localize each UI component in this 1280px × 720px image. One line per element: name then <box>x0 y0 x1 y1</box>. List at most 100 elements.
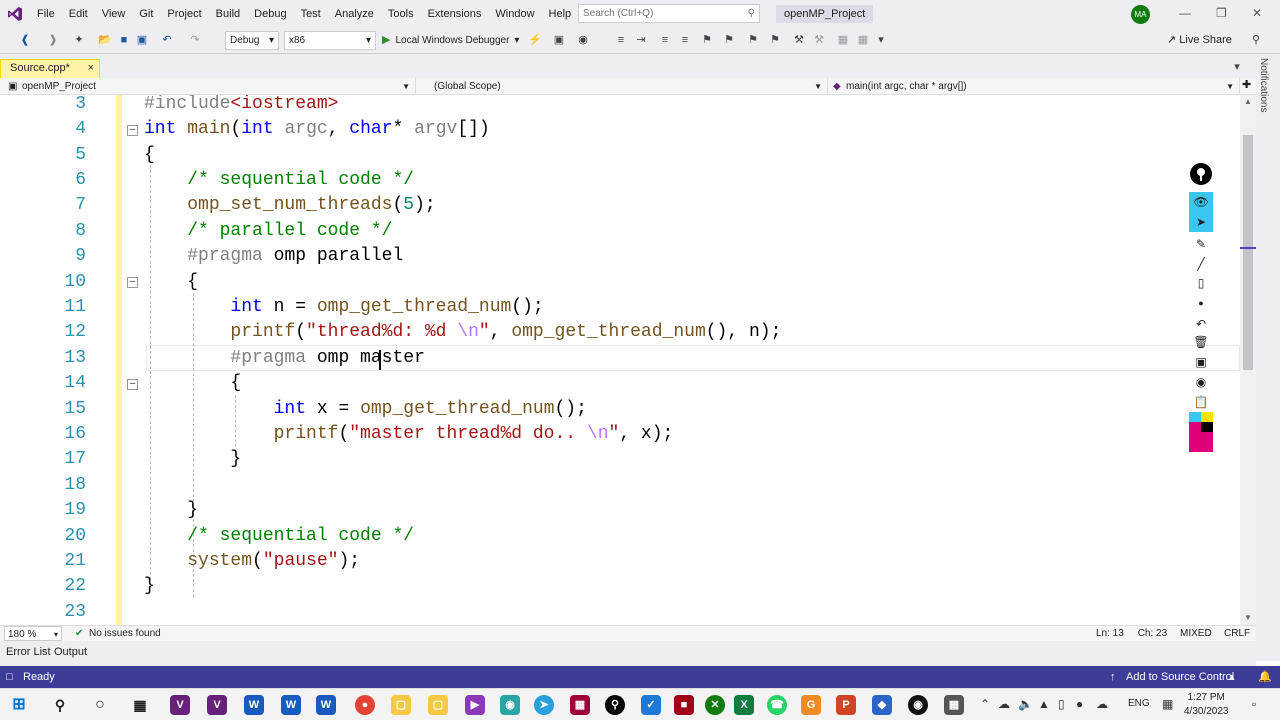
color-swatch-yellow[interactable] <box>1201 412 1213 422</box>
tab-dropdown-icon[interactable]: ▾ <box>1230 60 1244 74</box>
wifi-icon[interactable]: ▲ <box>1038 697 1050 711</box>
new-item-icon[interactable]: ✦ <box>72 33 86 47</box>
toolbar-overflow-icon[interactable]: ▾ <box>874 33 888 47</box>
visual-studio-app-icon-2[interactable]: V <box>207 695 227 715</box>
hot-reload-icon[interactable]: ⚡ <box>528 33 542 47</box>
clipboard-icon[interactable]: 📋 <box>1189 392 1213 412</box>
menu-debug[interactable]: Debug <box>247 0 293 28</box>
close-window-icon[interactable]: ✕ <box>1252 6 1262 20</box>
whiteboard-icon[interactable]: ▣ <box>1189 352 1213 372</box>
color-swatch-magenta[interactable] <box>1189 422 1201 432</box>
comment-icon[interactable]: ≡ <box>658 33 672 47</box>
menu-edit[interactable]: Edit <box>62 0 95 28</box>
excel-app-icon[interactable]: X <box>734 695 754 715</box>
build-icon[interactable]: ⚒ <box>792 33 806 47</box>
code-line[interactable]: printf("master thread%d do.. \n", x); <box>144 422 674 447</box>
avatar[interactable]: MA <box>1131 5 1150 24</box>
screenshot-icon[interactable]: ◉ <box>576 33 590 47</box>
align-icon[interactable]: ≡ <box>614 33 628 47</box>
chrome-app-icon[interactable]: ● <box>355 695 375 715</box>
trash-icon[interactable]: 🗑 <box>1189 332 1213 352</box>
cursor-position[interactable]: Ln: 13 Ch: 23 <box>1096 626 1167 641</box>
current-color-swatch[interactable] <box>1189 432 1213 452</box>
undo-icon[interactable]: ↶ <box>160 33 174 47</box>
back-icon[interactable]: ❰ <box>18 33 32 47</box>
code-line[interactable]: int x = omp_get_thread_num(); <box>144 397 587 422</box>
tab-error-list[interactable]: Error List <box>6 641 51 663</box>
media-app-icon[interactable]: ▶ <box>465 695 485 715</box>
code-line[interactable]: int main(int argc, char* argv[]) <box>144 117 490 142</box>
menu-tools[interactable]: Tools <box>381 0 421 28</box>
network-app-icon[interactable]: ◉ <box>500 695 520 715</box>
orange-app-icon[interactable]: G <box>801 695 821 715</box>
split-icon[interactable]: ✚ <box>1242 78 1251 91</box>
bookmark-prev-icon[interactable]: ⚑ <box>722 33 736 47</box>
chevron-up-icon[interactable]: ⌃ <box>980 697 990 711</box>
code-line[interactable]: #pragma omp parallel <box>144 244 403 269</box>
word-app-icon-2[interactable]: W <box>281 695 301 715</box>
issues-status[interactable]: No issues found <box>89 626 161 641</box>
notification-bell-icon[interactable]: 🔔 <box>1258 666 1272 688</box>
member-dropdown[interactable]: ◆ main(int argc, char * argv[]) ▼ <box>828 78 1240 95</box>
step-icon[interactable]: ⚒ <box>812 33 826 47</box>
line-tool-icon[interactable]: ╱ <box>1189 254 1213 274</box>
menu-git[interactable]: Git <box>132 0 160 28</box>
camera-icon[interactable]: ◉ <box>1189 372 1213 392</box>
menu-build[interactable]: Build <box>209 0 247 28</box>
word-app-icon[interactable]: W <box>244 695 264 715</box>
platform-select[interactable]: x86 ▾ <box>284 31 376 50</box>
code-line[interactable]: /* parallel code */ <box>144 219 392 244</box>
onedrive-icon[interactable]: ☁ <box>998 697 1010 711</box>
code-line[interactable]: #pragma omp master <box>144 346 424 371</box>
line-endings[interactable]: CRLF <box>1224 626 1250 641</box>
project-dropdown[interactable]: ▣ openMP_Project ▼ <box>0 78 416 95</box>
code-line[interactable]: /* sequential code */ <box>144 524 414 549</box>
fold-toggle-icon[interactable]: – <box>127 125 138 136</box>
windows-start-icon[interactable]: ⊞ <box>9 695 29 715</box>
menu-view[interactable]: View <box>95 0 133 28</box>
dot-icon[interactable]: ● <box>1189 293 1213 313</box>
menu-test[interactable]: Test <box>294 0 328 28</box>
menu-analyze[interactable]: Analyze <box>328 0 381 28</box>
clock[interactable]: 1:27 PM 4/30/2023 <box>1184 691 1229 719</box>
minimize-icon[interactable]: — <box>1179 6 1191 20</box>
powerpoint-app-icon[interactable]: P <box>836 695 856 715</box>
tabs-mode[interactable]: MIXED <box>1180 626 1212 641</box>
menu-project[interactable]: Project <box>160 0 208 28</box>
telegram-app-icon[interactable]: ➤ <box>534 695 554 715</box>
search-input[interactable]: Search (Ctrl+Q) ⚲ <box>578 4 760 23</box>
fold-toggle-icon[interactable]: – <box>127 379 138 390</box>
pen-icon[interactable]: ✎ <box>1189 234 1213 254</box>
menu-help[interactable]: Help <box>542 0 579 28</box>
code-line[interactable]: { <box>144 270 198 295</box>
code-line[interactable]: /* sequential code */ <box>144 168 414 193</box>
color-swatch-cyan[interactable] <box>1189 412 1201 422</box>
close-tab-icon[interactable]: × <box>88 60 94 77</box>
start-debugger-button[interactable]: ▶ Local Windows Debugger ▾ <box>382 31 519 50</box>
undo-ink-icon[interactable]: ↶ <box>1189 314 1213 334</box>
scroll-up-icon[interactable]: ▲ <box>1244 97 1252 106</box>
tab-output[interactable]: Output <box>54 641 87 663</box>
visual-studio-app-icon[interactable]: V <box>170 695 190 715</box>
options-icon[interactable]: ▦ <box>856 33 870 47</box>
windows-tray-icon[interactable]: ▦ <box>1162 697 1173 711</box>
zoom-select[interactable]: 180 % ▾ <box>4 626 62 641</box>
visual-studio-logo-icon[interactable] <box>0 0 30 28</box>
tab-source-cpp[interactable]: Source.cpp* × <box>0 59 100 78</box>
redo-icon[interactable]: ↷ <box>188 33 202 47</box>
color-swatch-black[interactable] <box>1201 422 1213 432</box>
menu-window[interactable]: Window <box>488 0 541 28</box>
obs-app-icon[interactable]: ◉ <box>908 695 928 715</box>
code-line[interactable]: { <box>144 143 155 168</box>
red-app-icon[interactable]: ■ <box>674 695 694 715</box>
open-file-icon[interactable]: 📂 <box>98 33 112 47</box>
vscode-app-icon[interactable]: ✓ <box>641 695 661 715</box>
volume-icon[interactable]: 🔈 <box>1018 697 1033 711</box>
scrollbar-thumb[interactable] <box>1243 135 1253 370</box>
save-all-icon[interactable]: ▣ <box>135 33 149 47</box>
chevron-up-icon[interactable]: ▴ <box>1229 666 1235 688</box>
scroll-down-icon[interactable]: ▼ <box>1244 613 1252 622</box>
file-explorer-icon[interactable]: ▢ <box>391 695 411 715</box>
notifications-tab[interactable]: Notifications <box>1258 58 1269 112</box>
scope-dropdown[interactable]: (Global Scope) ▼ <box>416 78 828 95</box>
